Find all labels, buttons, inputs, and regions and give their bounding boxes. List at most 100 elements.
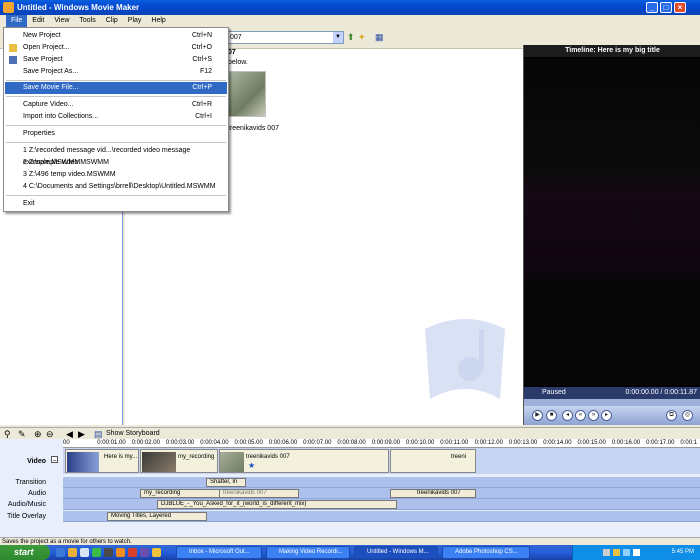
folder-icon[interactable] (68, 548, 77, 557)
app2-icon[interactable] (140, 548, 149, 557)
menu-play[interactable]: Play (123, 15, 147, 27)
maximize-button[interactable]: □ (660, 2, 672, 13)
menu-help[interactable]: Help (146, 15, 170, 27)
audio-levels-icon[interactable]: ✎ (18, 429, 28, 439)
audio-track: my_recording treenikavids 007 treenikavi… (63, 488, 700, 499)
ruler-tick: 0:00:08.00 (337, 440, 366, 446)
seek-bar[interactable] (524, 399, 700, 406)
preview-status-bar: Paused 0:00:00.00 / 0:00:11.87 (524, 387, 700, 399)
up-folder-icon[interactable]: ⬆ (347, 32, 357, 42)
video-clip-title[interactable]: Here is my... (65, 449, 139, 473)
menu-item-save-project[interactable]: Save Project Ctrl+S (5, 54, 227, 66)
rewind-timeline-icon[interactable]: ◀ (66, 429, 76, 439)
ruler-tick: 0:00:15.00 (577, 440, 606, 446)
zoom-out-icon[interactable]: ⊖ (46, 429, 56, 439)
desktop-icon[interactable] (80, 548, 89, 557)
task-making-video[interactable]: Making Video Recordi... (266, 546, 350, 559)
ruler-tick: 0:00:17.00 (646, 440, 675, 446)
menu-item-recent-1[interactable]: 1 Z:\recorded message vid...\recorded vi… (5, 145, 227, 166)
transition-track: Shatter, In (63, 477, 700, 488)
video-clip-treeni[interactable]: treeni (390, 449, 476, 473)
narrate-icon[interactable]: ⚲ (4, 429, 14, 439)
play-timeline-icon[interactable]: ▶ (78, 429, 88, 439)
title-overlay-track: Moving Titles, Layered (63, 511, 700, 522)
status-bar: Saves the project as a movie for others … (0, 537, 700, 545)
task-movie-maker[interactable]: Untitled - Windows M... (354, 546, 438, 559)
audio-clip-treenikavids-a[interactable]: treenikavids 007 (219, 489, 299, 498)
ruler-tick: 0:00:03.00 (165, 440, 195, 446)
collapse-icon[interactable]: − (51, 456, 58, 465)
ruler-tick: 0:00:02.00 (131, 440, 160, 446)
task-inbox[interactable]: Inbox - Microsoft Out... (176, 546, 262, 559)
menu-item-save-movie-file[interactable]: Save Movie File... Ctrl+P (5, 82, 227, 94)
start-button[interactable]: start (0, 545, 50, 560)
music-track: DJBLUE_-_You_Asked_for_it_(world_is_diff… (63, 499, 700, 510)
menu-edit[interactable]: Edit (27, 15, 49, 27)
snapshot-icon[interactable]: ◎ (682, 410, 693, 421)
menu-item-new-project[interactable]: New Project Ctrl+N (5, 30, 227, 42)
playback-controls: ▶ ■ ◂ « » ▸ ⧉ ◎ (524, 406, 700, 425)
menu-item-recent-3[interactable]: 3 Z:\496 temp video.MSWMM (5, 169, 227, 181)
menu-view[interactable]: View (49, 15, 74, 27)
show-storyboard-button[interactable]: Show Storyboard (106, 429, 160, 439)
firefox-icon[interactable] (116, 548, 125, 557)
video-clip-treenikavids[interactable]: treenikavids 007 ★ (219, 449, 389, 473)
ruler-tick: 0:00:14.00 (543, 440, 572, 446)
track-label-audio: Audio (28, 490, 46, 497)
stop-icon[interactable]: ■ (546, 410, 557, 421)
menu-item-save-project-as[interactable]: Save Project As... F12 (5, 66, 227, 78)
menu-item-recent-4[interactable]: 4 C:\Documents and Settings\brrell\Deskt… (5, 181, 227, 193)
split-icon[interactable]: ⧉ (666, 410, 677, 421)
clock: 5:45 PM (671, 549, 694, 555)
rewind-icon[interactable]: « (575, 410, 586, 421)
next-frame-icon[interactable]: ▸ (601, 410, 612, 421)
play-icon[interactable]: ▶ (532, 410, 543, 421)
app3-icon[interactable] (152, 548, 161, 557)
app-icon[interactable] (128, 548, 137, 557)
video-clip-recording[interactable]: my_recording (140, 449, 218, 473)
clip-name: treenikavids 007 (228, 125, 279, 132)
audio-clip-treenikavids-b[interactable]: treenikavids 007 (390, 489, 476, 498)
timeline: 00 0:00:01.00 0:00:02.00 0:00:03.00 0:00:04.… (0, 439, 700, 544)
menu-clip[interactable]: Clip (101, 15, 123, 27)
menu-file[interactable]: File (6, 15, 28, 27)
zoom-in-icon[interactable]: ⊕ (34, 429, 44, 439)
title-overlay-clip[interactable]: Moving Titles, Layered (107, 512, 207, 521)
clip-thumbnail[interactable] (228, 71, 266, 117)
ruler-tick: 0:00:1 (680, 440, 698, 446)
forward-icon[interactable]: » (588, 410, 599, 421)
new-folder-icon[interactable]: ✦ (358, 32, 368, 42)
tray-icon[interactable] (613, 549, 620, 556)
minimize-button[interactable]: _ (646, 2, 658, 13)
menu-item-capture-video[interactable]: Capture Video... Ctrl+R (5, 99, 227, 111)
transition-shatter[interactable]: Shatter, In (206, 478, 246, 487)
network-icon[interactable] (623, 549, 630, 556)
menu-item-properties[interactable]: Properties (5, 128, 227, 140)
menu-tools[interactable]: Tools (74, 15, 100, 27)
menu-item-open-project[interactable]: Open Project... Ctrl+O (5, 42, 227, 54)
task-photoshop[interactable]: Adobe Photoshop CS... (442, 546, 530, 559)
menu-item-exit[interactable]: Exit (5, 198, 227, 210)
audio-clip-recording[interactable]: my_recording (140, 489, 220, 498)
storyboard-icon: ▤ (94, 429, 103, 439)
menu-item-recent-2[interactable]: 2 Z:\sample video.MSWMM (5, 157, 227, 169)
preview-time: 0:00:00.00 / 0:00:11.87 (625, 389, 698, 396)
previous-frame-icon[interactable]: ◂ (562, 410, 573, 421)
contents-instructions: below. (228, 59, 248, 66)
terminal-icon[interactable] (104, 548, 113, 557)
track-label-title-overlay: Title Overlay (6, 513, 46, 520)
music-clip[interactable]: DJBLUE_-_You_Asked_for_it_(world_is_diff… (157, 500, 397, 509)
collection-dropdown[interactable]: 007 ▼ (226, 31, 344, 44)
views-icon[interactable]: ▦ (375, 32, 385, 42)
media-icon[interactable] (92, 548, 101, 557)
menu-item-import[interactable]: Import into Collections... Ctrl+I (5, 111, 227, 123)
close-button[interactable]: × (674, 2, 686, 13)
ruler-tick: 0:00:07.00 (303, 440, 332, 446)
film-music-watermark-icon (425, 319, 505, 399)
ie-icon[interactable] (56, 548, 65, 557)
tray-icon[interactable] (603, 549, 610, 556)
ruler-tick: 0:00:05.00 (234, 440, 263, 446)
taskbar: start Inbox - Microsoft Out... Making Vi… (0, 545, 700, 560)
volume-icon[interactable] (633, 549, 640, 556)
preview-title: Timeline: Here is my big title (524, 45, 700, 57)
